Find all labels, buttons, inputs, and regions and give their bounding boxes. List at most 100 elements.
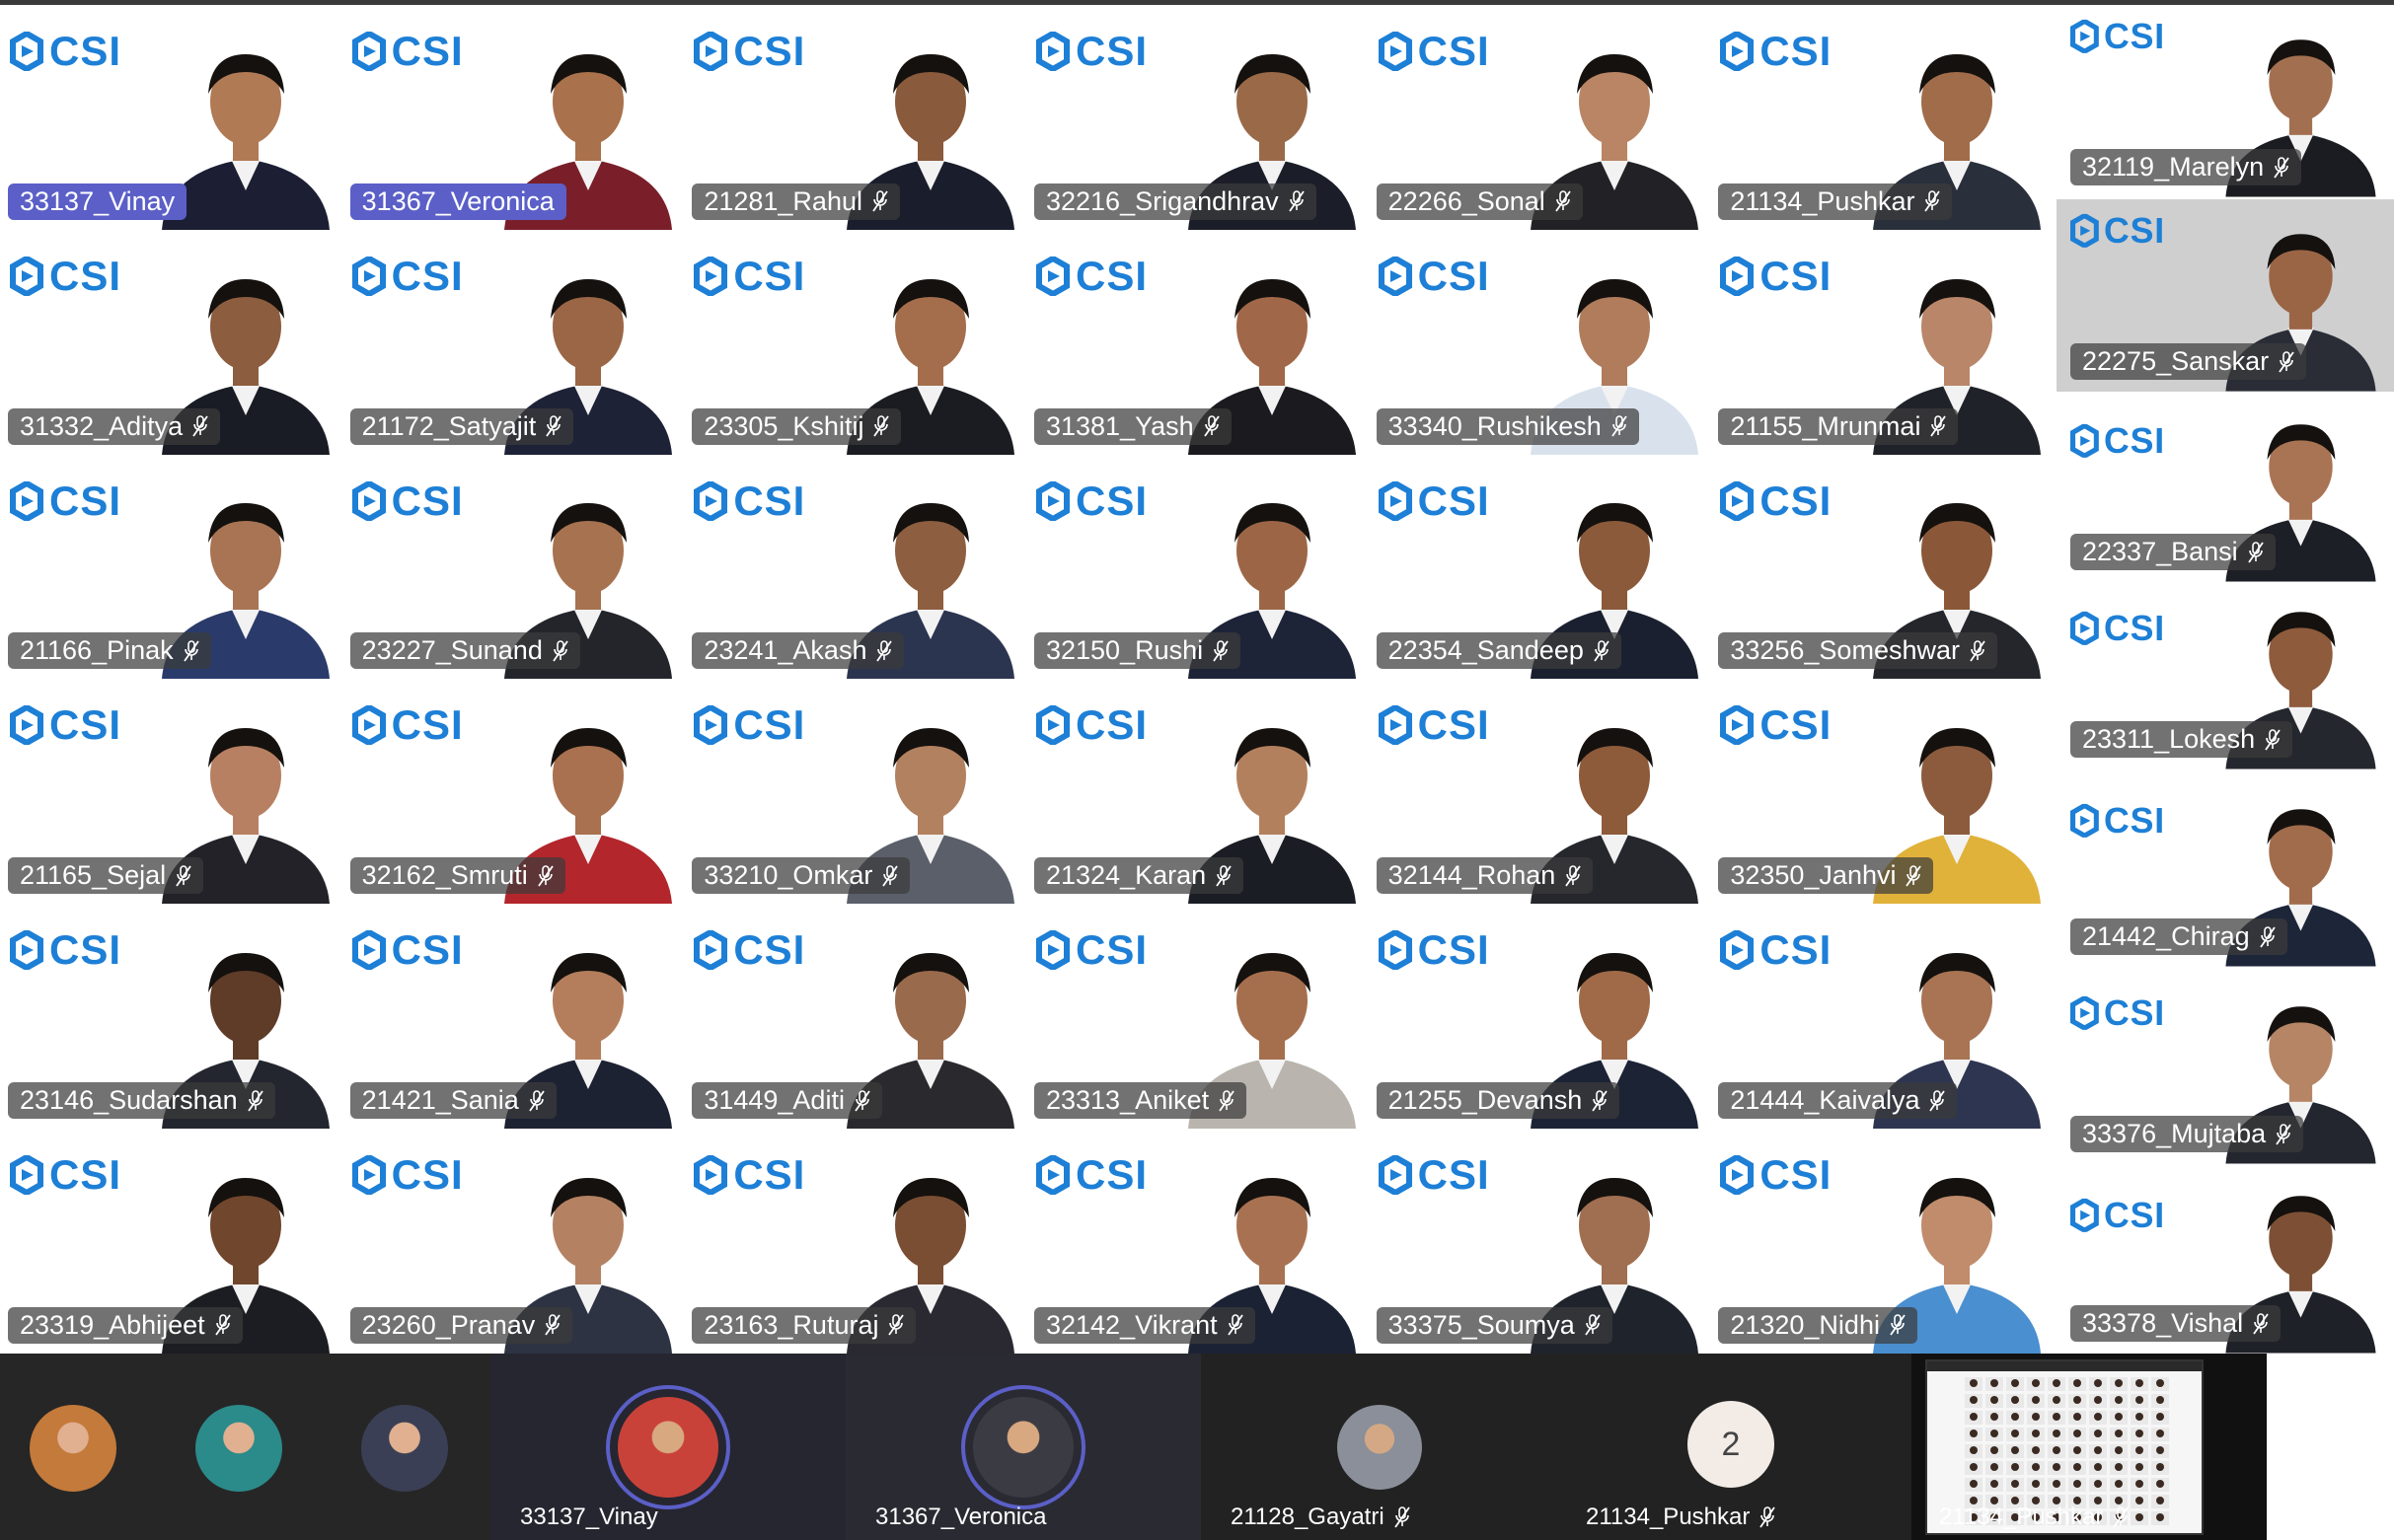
participant-slot[interactable]: 31367_Veronica bbox=[846, 1354, 1201, 1540]
video-tile[interactable]: CSI 21255_Devansh bbox=[1368, 904, 1711, 1130]
self-view[interactable]: 21134_Pushkar bbox=[1911, 1354, 2267, 1540]
participant-name: 23311_Lokesh bbox=[2082, 724, 2256, 754]
participant-avatar-1-icon[interactable] bbox=[30, 1405, 116, 1492]
video-tile[interactable]: CSI 21320_Nidhi bbox=[1710, 1129, 2053, 1354]
video-tile[interactable]: CSI 32150_Rushi bbox=[1025, 454, 1369, 680]
mic-muted-icon bbox=[2265, 728, 2281, 752]
video-tile[interactable]: CSI 23163_Ruturaj bbox=[684, 1129, 1026, 1354]
csi-logo-icon bbox=[10, 479, 43, 523]
video-tile[interactable]: CSI 32144_Rohan bbox=[1368, 679, 1711, 905]
csi-logo: CSI bbox=[694, 28, 806, 74]
video-tile[interactable]: CSI 21421_Sania bbox=[341, 904, 685, 1130]
mic-muted-icon bbox=[1592, 1089, 1608, 1113]
csi-logo-text: CSI bbox=[391, 477, 464, 524]
participant-slot[interactable]: 21128_Gayatri bbox=[1201, 1354, 1556, 1540]
csi-logo: CSI bbox=[694, 479, 805, 523]
participant-name: 32162_Smruti bbox=[361, 860, 528, 891]
csi-logo: CSI bbox=[1035, 1154, 1148, 1197]
video-tile[interactable]: CSI 21172_Satyajit bbox=[341, 229, 685, 455]
video-tile[interactable]: CSI 33210_Omkar bbox=[684, 679, 1026, 905]
participant-name: 23319_Abhijeet bbox=[20, 1309, 205, 1340]
video-tile[interactable]: CSI 21155_Mrunmai bbox=[1710, 229, 2053, 455]
csi-logo-text: CSI bbox=[2104, 608, 2166, 648]
participant-name: 23260_Pranav bbox=[361, 1309, 536, 1340]
mic-muted-icon bbox=[1555, 189, 1571, 213]
participant-name: 21165_Sejal bbox=[20, 860, 167, 891]
video-tile[interactable]: CSI 33375_Soumya bbox=[1368, 1129, 1711, 1354]
video-tile[interactable]: CSI 32216_Srigandhrav bbox=[1025, 5, 1369, 230]
csi-logo-icon bbox=[694, 704, 728, 747]
video-tile[interactable]: CSI 21165_Sejal bbox=[0, 679, 342, 905]
participant-name: 31367_Veronica bbox=[875, 1503, 1047, 1530]
video-tile[interactable]: CSI 21324_Karan bbox=[1025, 679, 1369, 905]
participant-label: 31367_Veronica bbox=[875, 1503, 1046, 1531]
participant-name-tag: 21155_Mrunmai bbox=[1718, 407, 1959, 445]
video-tile[interactable]: CSI 23311_Lokesh bbox=[2057, 597, 2394, 770]
csi-logo: CSI bbox=[10, 479, 121, 523]
participant-label: 21134_Pushkar bbox=[1586, 1503, 1776, 1531]
video-tile[interactable]: CSI 21442_Chirag bbox=[2057, 789, 2394, 967]
video-tile[interactable]: CSI 32119_Marelyn bbox=[2057, 5, 2394, 197]
mic-muted-icon bbox=[1759, 1505, 1776, 1529]
video-tile[interactable]: CSI 21281_Rahul bbox=[684, 5, 1026, 230]
csi-logo-icon bbox=[694, 928, 728, 972]
participant-avatar-2-icon[interactable] bbox=[195, 1405, 282, 1492]
mic-muted-icon bbox=[1213, 639, 1229, 663]
csi-logo: CSI bbox=[1720, 929, 1832, 972]
csi-logo-icon bbox=[1035, 255, 1070, 298]
csi-logo: CSI bbox=[1720, 704, 1832, 747]
video-tile[interactable]: CSI 31381_Yash bbox=[1025, 229, 1369, 455]
participant-slot[interactable]: 33137_Vinay bbox=[490, 1354, 846, 1540]
participant-name-tag: 23146_Sudarshan bbox=[8, 1082, 275, 1120]
csi-logo-text: CSI bbox=[49, 926, 122, 974]
participant-name-tag: 23260_Pranav bbox=[349, 1306, 573, 1344]
csi-logo-text: CSI bbox=[1417, 252, 1490, 299]
participant-name-tag: 21421_Sania bbox=[349, 1082, 557, 1120]
video-tile[interactable]: CSI 33340_Rushikesh bbox=[1368, 229, 1711, 455]
csi-logo-text: CSI bbox=[391, 252, 464, 299]
csi-logo: CSI bbox=[1035, 31, 1148, 73]
participant-name: 33376_Mujtaba bbox=[2082, 1119, 2267, 1148]
csi-logo-text: CSI bbox=[733, 28, 806, 74]
video-tile[interactable]: CSI 23313_Aniket bbox=[1025, 904, 1369, 1130]
video-tile[interactable]: CSI 31449_Aditi bbox=[684, 904, 1026, 1130]
participant-name-tag: 32142_Vikrant bbox=[1033, 1306, 1255, 1344]
participant-name: 21324_Karan bbox=[1045, 860, 1207, 891]
video-tile[interactable]: CSI 23260_Pranav bbox=[341, 1129, 685, 1354]
video-tile[interactable]: CSI 31332_Aditya bbox=[0, 229, 342, 455]
video-tile[interactable]: CSI 32162_Smruti bbox=[341, 679, 685, 905]
participant-name-tag: 23163_Ruturaj bbox=[692, 1306, 917, 1344]
csi-logo-icon bbox=[10, 30, 43, 73]
video-tile[interactable]: CSI 32142_Vikrant bbox=[1025, 1129, 1369, 1354]
participant-slot[interactable]: 2 21134_Pushkar bbox=[1556, 1354, 1911, 1540]
video-tile[interactable]: CSI 22337_Bansi bbox=[2057, 409, 2394, 582]
video-tile[interactable]: CSI 31367_Veronica bbox=[341, 5, 685, 230]
video-tile[interactable]: CSI 22354_Sandeep bbox=[1368, 454, 1711, 680]
csi-logo: CSI bbox=[1378, 704, 1490, 747]
participant-name: 23305_Kshitij bbox=[704, 410, 864, 441]
video-tile[interactable]: CSI 21134_Pushkar bbox=[1710, 5, 2053, 230]
video-tile[interactable]: CSI 23241_Akash bbox=[684, 454, 1026, 680]
video-tile[interactable]: CSI 33137_Vinay bbox=[0, 5, 342, 230]
csi-logo-icon bbox=[1378, 1153, 1412, 1197]
participant-avatar-3-icon[interactable] bbox=[361, 1405, 448, 1492]
participant-name: 21155_Mrunmai bbox=[1730, 410, 1921, 441]
video-tile[interactable]: CSI 32350_Janhvi bbox=[1710, 679, 2053, 905]
participant-name: 32150_Rushi bbox=[1045, 635, 1204, 666]
video-tile[interactable]: CSI 33256_Someshwar bbox=[1710, 454, 2053, 680]
video-tile[interactable]: CSI 23227_Sunand bbox=[341, 454, 685, 680]
video-tile[interactable]: CSI 21166_Pinak bbox=[0, 454, 342, 680]
video-tile[interactable]: CSI 22275_Sanskar bbox=[2057, 199, 2394, 392]
video-tile[interactable]: CSI 23305_Kshitij bbox=[684, 229, 1026, 455]
video-tile[interactable]: CSI 22266_Sonal bbox=[1368, 5, 1711, 230]
video-tile[interactable]: CSI 33378_Vishal bbox=[2057, 1184, 2394, 1354]
mic-muted-icon bbox=[192, 414, 208, 438]
participant-name: 21134_Pushkar bbox=[1730, 185, 1915, 216]
video-tile[interactable]: CSI 21444_Kaivalya bbox=[1710, 904, 2053, 1130]
participant-name: 33210_Omkar bbox=[704, 860, 873, 891]
participant-name: 33340_Rushikesh bbox=[1387, 410, 1602, 441]
mic-muted-icon bbox=[855, 1089, 870, 1113]
video-tile[interactable]: CSI 23146_Sudarshan bbox=[0, 904, 342, 1130]
video-tile[interactable]: CSI 23319_Abhijeet bbox=[0, 1129, 342, 1354]
video-tile[interactable]: CSI 33376_Mujtaba bbox=[2057, 982, 2394, 1164]
